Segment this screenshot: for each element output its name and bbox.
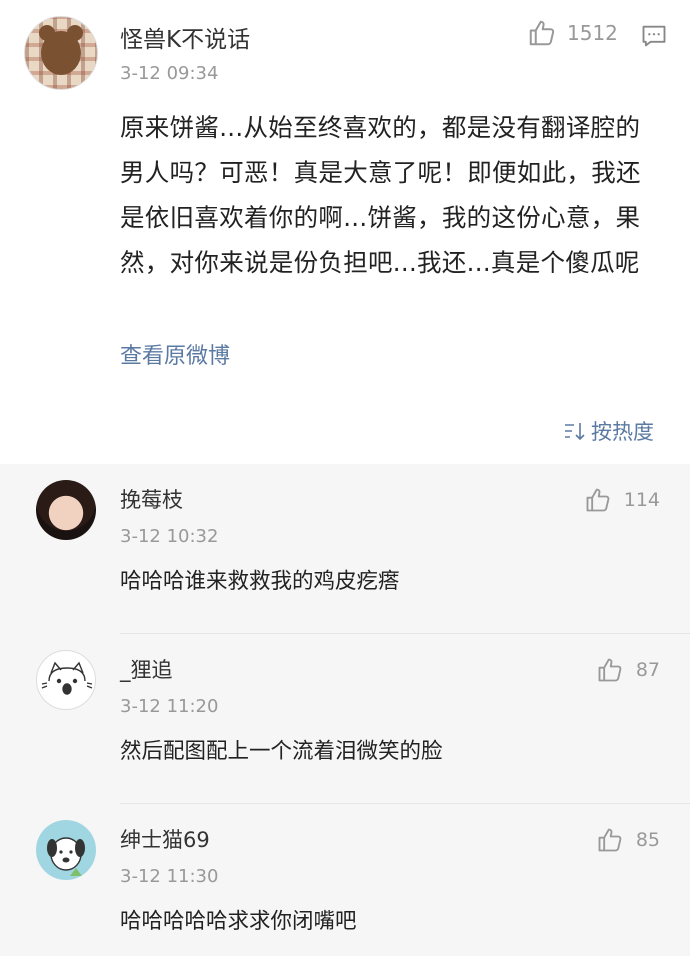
sort-icon: [565, 423, 585, 441]
sort-by-hot-button[interactable]: 按热度: [563, 416, 654, 446]
sort-label: 按热度: [591, 420, 654, 444]
main-post-timestamp: 3-12 09:34: [120, 63, 219, 84]
main-post-like-count: 1512: [567, 21, 618, 45]
thumbs-up-icon: [529, 20, 555, 46]
comment-item: 绅士猫69 3-12 11:30 哈哈哈哈哈求求你闭嘴吧 85: [0, 804, 690, 974]
comment-username[interactable]: _狸追: [120, 654, 173, 684]
comment-item: 挽莓枝 3-12 10:32 哈哈哈谁来救救我的鸡皮疙瘩 114: [0, 464, 690, 634]
comment-text: 哈哈哈哈哈求求你闭嘴吧: [120, 909, 357, 934]
comment-like-count: 85: [635, 829, 660, 851]
thumbs-up-icon: [598, 658, 622, 682]
comment-avatar[interactable]: [36, 480, 96, 540]
comment-username[interactable]: 绅士猫69: [120, 824, 210, 854]
comments-area: 挽莓枝 3-12 10:32 哈哈哈谁来救救我的鸡皮疙瘩 114 喵 _狸追 3: [0, 464, 690, 956]
comment-icon: [642, 25, 666, 47]
main-post: 怪兽K不说话 3-12 09:34 1512 原来饼酱...从始至终喜欢的，都是…: [0, 0, 690, 464]
dog-avatar-icon: [47, 837, 85, 876]
comment-like-button[interactable]: 114: [584, 486, 660, 514]
comment-text: 然后配图配上一个流着泪微笑的脸: [120, 739, 443, 764]
comment-username[interactable]: 挽莓枝: [120, 484, 183, 514]
main-post-like-button[interactable]: 1512: [527, 18, 618, 48]
comment-item: 喵 _狸追 3-12 11:20 然后配图配上一个流着泪微笑的脸 87: [0, 634, 690, 804]
comment-timestamp: 3-12 10:32: [120, 526, 219, 547]
thumbs-up-icon: [586, 488, 610, 512]
comment-avatar[interactable]: [36, 820, 96, 880]
comment-avatar[interactable]: 喵: [36, 650, 96, 710]
comment-timestamp: 3-12 11:20: [120, 696, 219, 717]
main-post-text: 原来饼酱...从始至终喜欢的，都是没有翻译腔的男人吗？可恶！真是大意了呢！即便如…: [120, 113, 641, 277]
comment-like-button[interactable]: 85: [596, 826, 660, 854]
cat-doodle-icon: [41, 661, 93, 695]
view-original-link[interactable]: 查看原微博: [120, 338, 230, 370]
comment-like-button[interactable]: 87: [596, 656, 660, 684]
comment-timestamp: 3-12 11:30: [120, 866, 219, 887]
main-post-avatar[interactable]: [24, 16, 98, 90]
bear-avatar-graphic: [39, 25, 83, 75]
comment-like-count: 87: [635, 659, 660, 681]
main-post-username[interactable]: 怪兽K不说话: [120, 20, 250, 54]
thumbs-up-icon: [598, 828, 622, 852]
comment-like-count: 114: [623, 489, 660, 511]
comment-text: 哈哈哈谁来救救我的鸡皮疙瘩: [120, 569, 400, 594]
comment-button[interactable]: [640, 22, 668, 54]
